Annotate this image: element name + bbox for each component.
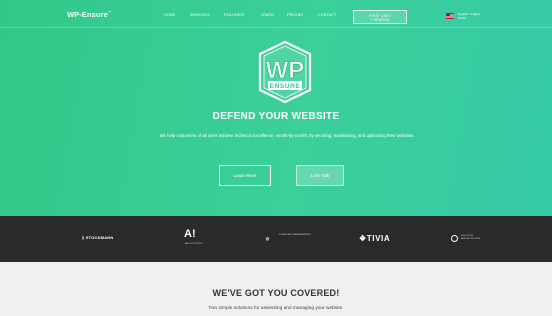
learn-more-button[interactable]: Learn More (219, 165, 271, 186)
ministry-label: SUOMEN VALTIOVARAINMINISTERIÖ (279, 234, 311, 236)
first-visit-line2: ? SEARCH (370, 17, 390, 22)
client-logo-bar: § STOCKMANN A! AALTO-YLIOPISTO ✵ SUOMEN … (0, 216, 552, 262)
nav-pricing[interactable]: PRICING (287, 13, 303, 17)
logo-ribbon-text: ENSURE (270, 83, 301, 90)
circle-emblem-icon (451, 235, 458, 242)
hero-section: WP-Ensure™ HOME SERVICES FEATURES LEARN … (0, 0, 552, 216)
s-mark-icon: § (82, 235, 85, 240)
wp-ensure-shield-logo: WP ENSURE (257, 40, 313, 104)
covered-section: WE'VE GOT YOU COVERED! Two simple soluti… (0, 262, 552, 316)
nav-services[interactable]: SERVICES (190, 13, 210, 17)
shield-icon: WP ENSURE (258, 40, 312, 104)
nav-home[interactable]: HOME (164, 13, 176, 17)
logo-letters: WP (266, 57, 305, 84)
koulutus-line2: AIKUISKOULUTUS (461, 238, 481, 240)
star-icon: ✵ (265, 237, 271, 243)
covered-subtitle: Two simple solutions for assessing and m… (208, 306, 344, 311)
top-navbar: WP-Ensure™ HOME SERVICES FEATURES LEARN … (0, 0, 552, 28)
us-flag-icon (446, 13, 454, 19)
hero-subtitle: We help customers of all sizes achieve t… (159, 133, 415, 138)
nav-learn[interactable]: LEARN (261, 13, 274, 17)
covered-title: WE'VE GOT YOU COVERED! (212, 288, 340, 298)
language-label: English / Anglais Dutch (458, 12, 480, 20)
first-visit-button[interactable]: FIRST VISIT ? SEARCH (353, 10, 407, 24)
nav-contact[interactable]: CONTACT (318, 13, 337, 17)
tivia-label: TIVIA (366, 234, 391, 243)
diamond-mark-icon: ❖ (359, 234, 367, 243)
aalto-logo: A! (184, 228, 196, 240)
stockmann-label: STOCKMANN (85, 235, 114, 240)
lets-talk-button[interactable]: Let's Talk (296, 165, 344, 186)
stockmann-logo: § STOCKMANN (82, 235, 113, 240)
language-alt: Dutch (458, 16, 466, 20)
language-selector[interactable]: English / Anglais Dutch (446, 12, 506, 22)
nav-features[interactable]: FEATURES (224, 13, 245, 17)
hero-title: DEFEND YOUR WEBSITE (212, 111, 340, 122)
koulutus-label: KOULUTUS AIKUISKOULUTUS (461, 235, 480, 241)
tivia-logo: ❖TIVIA (359, 234, 390, 243)
aalto-sub-label: AALTO-YLIOPISTO (185, 243, 203, 245)
